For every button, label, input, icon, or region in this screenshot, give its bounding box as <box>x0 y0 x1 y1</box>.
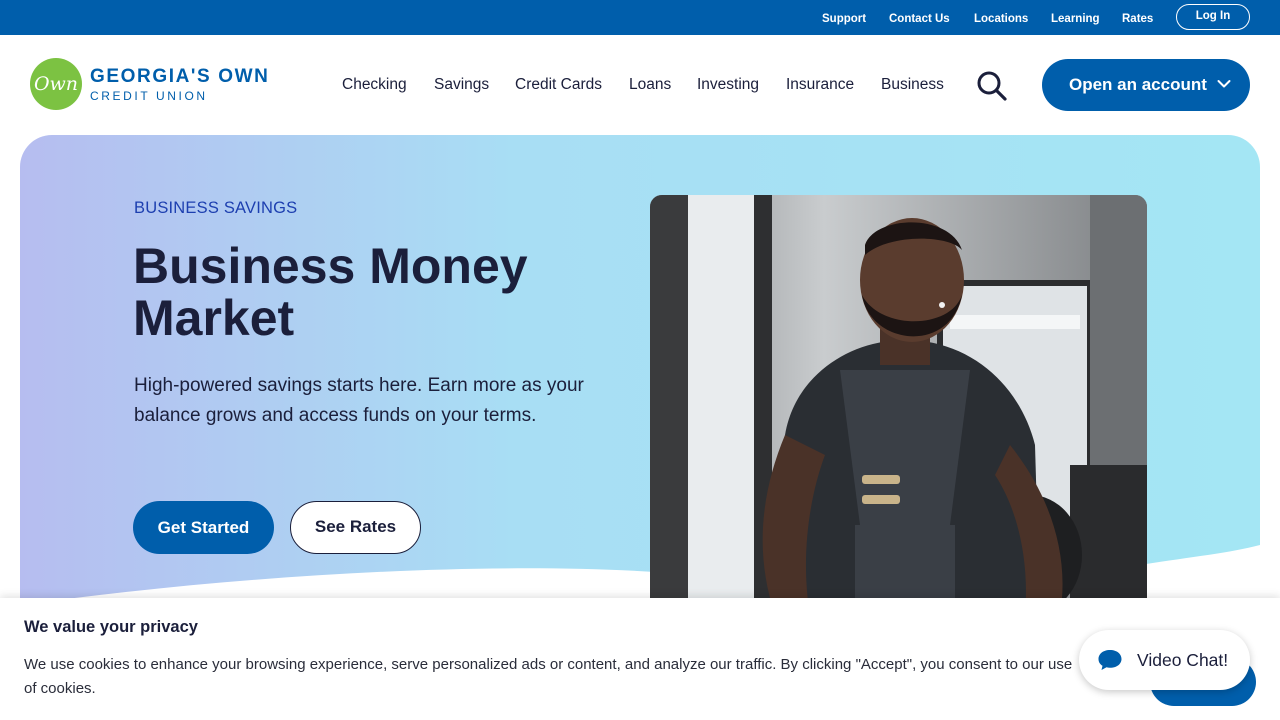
support-link[interactable]: Support <box>822 12 866 26</box>
logo-subtitle: CREDIT UNION <box>90 89 208 103</box>
hero-lead: High-powered savings starts here. Earn m… <box>134 375 584 426</box>
nav-item-checking[interactable]: Checking <box>342 76 407 94</box>
utility-bar: Support Contact Us Locations Learning Ra… <box>0 0 1280 35</box>
barber-photo-illustration <box>650 195 1147 615</box>
nav-item-credit-cards[interactable]: Credit Cards <box>515 76 602 94</box>
nav-item-loans[interactable]: Loans <box>629 76 671 94</box>
video-chat-label: Video Chat! <box>1137 650 1229 670</box>
logo-mark: Own <box>30 58 82 110</box>
open-account-button[interactable]: Open an account <box>1042 59 1250 111</box>
get-started-button[interactable]: Get Started <box>133 501 274 554</box>
nav-item-savings[interactable]: Savings <box>434 76 489 94</box>
nav-item-investing[interactable]: Investing <box>697 76 759 94</box>
open-account-label: Open an account <box>1069 75 1207 94</box>
rates-link[interactable]: Rates <box>1122 12 1153 26</box>
site-logo[interactable]: Own GEORGIA'S OWN CREDIT UNION <box>30 58 290 112</box>
chevron-down-icon <box>1217 80 1231 88</box>
logo-wordmark: GEORGIA'S OWN <box>90 66 270 87</box>
contact-us-link[interactable]: Contact Us <box>889 12 950 26</box>
see-rates-button[interactable]: See Rates <box>290 501 421 554</box>
cookie-banner-body: We use cookies to enhance your browsing … <box>24 656 1073 697</box>
log-in-button[interactable]: Log In <box>1176 4 1250 30</box>
hero-eyebrow: BUSINESS SAVINGS <box>134 199 298 217</box>
locations-link[interactable]: Locations <box>974 12 1028 26</box>
video-chat-button[interactable]: Video Chat! <box>1079 630 1250 690</box>
search-icon <box>977 71 1007 101</box>
hero-photo <box>650 195 1147 615</box>
learning-link[interactable]: Learning <box>1051 12 1100 26</box>
nav-item-insurance[interactable]: Insurance <box>786 76 854 94</box>
nav-item-business[interactable]: Business <box>881 76 944 94</box>
search-button[interactable] <box>976 70 1008 102</box>
chat-bubble-icon <box>1098 650 1122 670</box>
cookie-banner-title: We value your privacy <box>24 618 198 636</box>
hero-title: Business Money Market <box>133 238 528 346</box>
